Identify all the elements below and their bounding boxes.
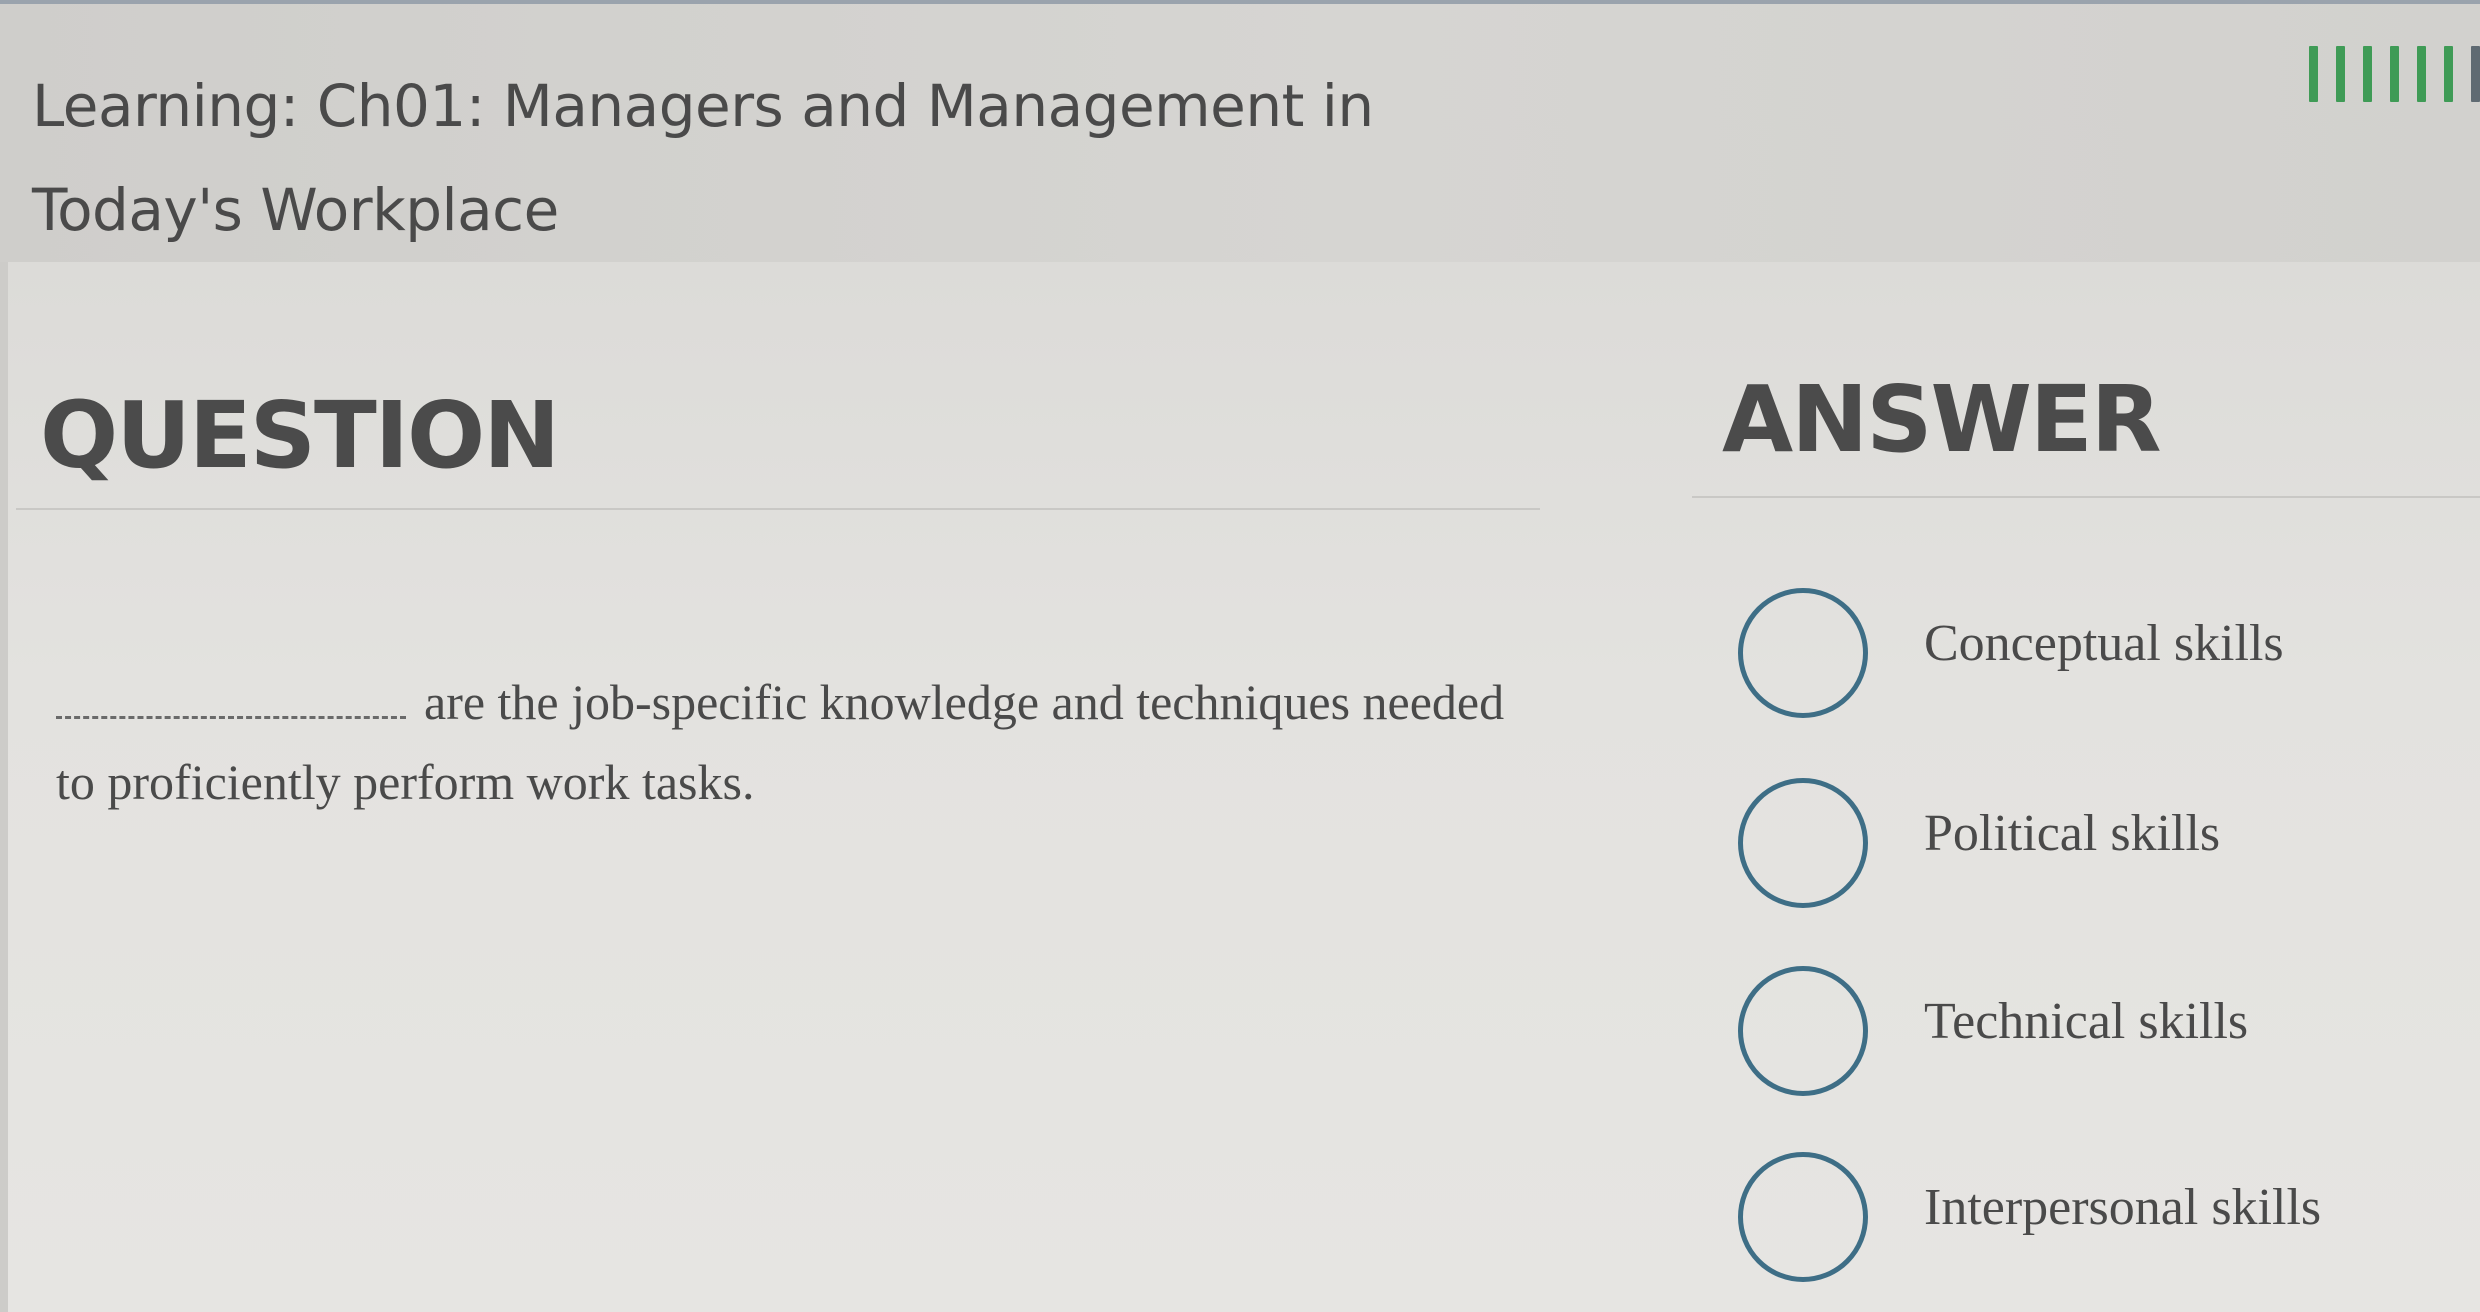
progress-tick-current [2471, 46, 2480, 102]
progress-tick [2390, 46, 2399, 102]
question-text-block: are the job-specific knowledge and techn… [56, 662, 1516, 822]
answer-option-political[interactable]: Political skills [1738, 778, 2458, 922]
progress-tick [2444, 46, 2453, 102]
question-heading: QUESTION [40, 382, 560, 489]
page-title: Learning: Ch01: Managers and Management … [32, 72, 1374, 244]
answer-option-technical[interactable]: Technical skills [1738, 966, 2458, 1110]
header-bar: Learning: Ch01: Managers and Management … [0, 4, 2480, 262]
answer-divider [1692, 496, 2480, 498]
answer-heading: ANSWER [1722, 366, 2162, 473]
progress-tick [2309, 46, 2318, 102]
radio-circle-icon[interactable] [1738, 1152, 1868, 1282]
answer-option-label: Conceptual skills [1924, 615, 2284, 672]
main-content: QUESTION are the job-specific knowledge … [0, 262, 2480, 1312]
radio-circle-icon[interactable] [1738, 966, 1868, 1096]
answer-option-label: Political skills [1924, 805, 2221, 862]
progress-tick [2363, 46, 2372, 102]
answer-option-conceptual[interactable]: Conceptual skills [1738, 588, 2458, 732]
left-edge [0, 262, 8, 1312]
question-divider [16, 508, 1540, 510]
answer-option-label: Interpersonal skills [1924, 1179, 2322, 1236]
progress-tick [2336, 46, 2345, 102]
answer-option-interpersonal[interactable]: Interpersonal skills [1738, 1152, 2458, 1296]
progress-tick [2417, 46, 2426, 102]
radio-circle-icon[interactable] [1738, 778, 1868, 908]
answer-option-label: Technical skills [1924, 993, 2249, 1050]
radio-circle-icon[interactable] [1738, 588, 1868, 718]
progress-indicator [2309, 46, 2480, 102]
fill-in-blank [56, 690, 406, 719]
